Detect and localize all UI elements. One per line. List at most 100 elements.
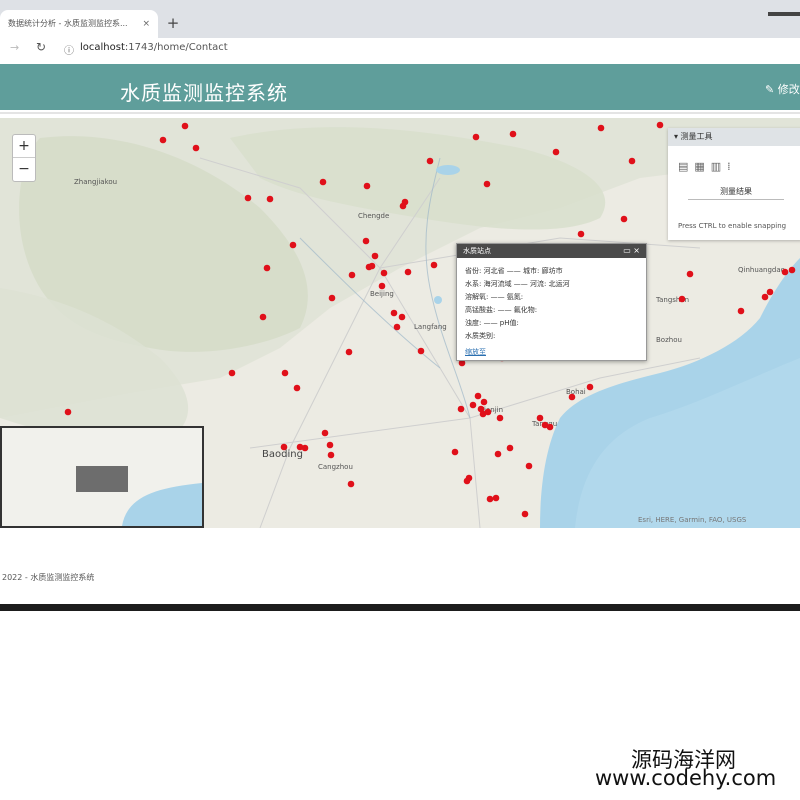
station-marker[interactable] (737, 307, 745, 315)
station-marker[interactable] (492, 494, 500, 502)
taskbar (0, 604, 800, 611)
overview-extent-box[interactable] (76, 466, 128, 492)
url-path: :1743/home/Contact (124, 42, 228, 53)
station-marker[interactable] (319, 178, 327, 186)
station-marker[interactable] (521, 510, 529, 518)
edit-link[interactable]: ✎ 修改 (765, 81, 800, 97)
station-marker[interactable] (64, 408, 72, 416)
station-marker[interactable] (656, 121, 664, 129)
footer-text: 2022 - 水质监测监控系统 (2, 573, 95, 582)
popup-line: 溶解氧: —— 氨氮: (465, 293, 524, 301)
new-tab-button[interactable]: + (164, 14, 182, 32)
station-marker[interactable] (568, 393, 576, 401)
station-marker[interactable] (417, 347, 425, 355)
overview-map[interactable] (0, 426, 204, 528)
station-marker[interactable] (509, 130, 517, 138)
popup-line: 水系: 海河流域 —— 河流: 北运河 (465, 280, 570, 288)
reload-icon[interactable]: ↻ (36, 40, 46, 54)
station-marker[interactable] (363, 182, 371, 190)
map-attribution: Esri, HERE, Garmin, FAO, USGS (638, 516, 747, 524)
station-marker[interactable] (280, 443, 288, 451)
measure-tool-title[interactable]: ▾ 测量工具 (668, 128, 800, 146)
station-marker[interactable] (472, 133, 480, 141)
url-field[interactable]: localhost:1743/home/Contact (80, 42, 228, 53)
station-marker[interactable] (577, 230, 585, 238)
station-marker[interactable] (327, 451, 335, 459)
station-marker[interactable] (266, 195, 274, 203)
forward-icon[interactable]: → (10, 41, 19, 54)
site-info-icon[interactable]: ⓘ (64, 42, 74, 57)
station-marker[interactable] (404, 268, 412, 276)
station-marker[interactable] (586, 383, 594, 391)
station-marker[interactable] (259, 313, 267, 321)
station-marker[interactable] (181, 122, 189, 130)
station-marker[interactable] (781, 268, 789, 276)
station-marker[interactable] (546, 423, 554, 431)
station-marker[interactable] (281, 369, 289, 377)
station-marker[interactable] (244, 194, 252, 202)
station-marker[interactable] (430, 261, 438, 269)
browser-tab[interactable]: 数据统计分析 - 水质监测监控系... × (0, 10, 158, 38)
zoom-out-button[interactable]: − (13, 158, 35, 180)
station-marker[interactable] (620, 215, 628, 223)
station-marker[interactable] (390, 309, 398, 317)
station-marker[interactable] (289, 241, 297, 249)
station-marker[interactable] (378, 282, 386, 290)
station-marker[interactable] (496, 414, 504, 422)
measure-tool-icons[interactable]: ▤▦▥⁞ (678, 160, 737, 173)
window-minimize-icon[interactable] (768, 12, 800, 16)
station-marker[interactable] (371, 252, 379, 260)
popup-line: 浊度: —— pH值: (465, 319, 519, 327)
station-marker[interactable] (347, 480, 355, 488)
popup-line: 省份: 河北省 —— 城市: 廊坊市 (465, 267, 563, 275)
station-marker[interactable] (228, 369, 236, 377)
station-marker[interactable] (328, 294, 336, 302)
station-marker[interactable] (301, 444, 309, 452)
station-marker[interactable] (463, 477, 471, 485)
station-marker[interactable] (159, 136, 167, 144)
popup-maximize-icon[interactable]: ▭ × (623, 244, 640, 258)
station-marker[interactable] (399, 202, 407, 210)
station-marker[interactable] (192, 144, 200, 152)
station-marker[interactable] (506, 444, 514, 452)
station-marker[interactable] (761, 293, 769, 301)
station-marker[interactable] (628, 157, 636, 165)
station-marker[interactable] (474, 392, 482, 400)
station-marker[interactable] (380, 269, 388, 277)
station-marker[interactable] (525, 462, 533, 470)
station-marker[interactable] (393, 323, 401, 331)
station-marker[interactable] (451, 448, 459, 456)
station-marker[interactable] (326, 441, 334, 449)
station-marker[interactable] (766, 288, 774, 296)
station-marker[interactable] (263, 264, 271, 272)
popup-line: 水质类别: (465, 332, 496, 340)
station-marker[interactable] (398, 313, 406, 321)
station-marker[interactable] (484, 408, 492, 416)
watermark-line2: www.codehy.com (595, 766, 777, 790)
station-marker[interactable] (362, 237, 370, 245)
popup-zoom-link[interactable]: 缩放至 (465, 347, 486, 357)
station-marker[interactable] (678, 295, 686, 303)
station-marker[interactable] (494, 450, 502, 458)
station-marker[interactable] (552, 148, 560, 156)
station-marker[interactable] (480, 398, 488, 406)
measure-result-label: 测量结果 (688, 186, 784, 200)
station-marker[interactable] (788, 266, 796, 274)
station-marker[interactable] (469, 401, 477, 409)
zoom-in-button[interactable]: + (13, 135, 35, 158)
station-marker[interactable] (345, 348, 353, 356)
station-marker[interactable] (321, 429, 329, 437)
station-marker[interactable] (486, 495, 494, 503)
measure-tool-panel: ▾ 测量工具 ▤▦▥⁞ 测量结果 Press CTRL to enable sn… (668, 128, 800, 240)
station-marker[interactable] (365, 263, 373, 271)
station-marker[interactable] (686, 270, 694, 278)
station-marker[interactable] (457, 405, 465, 413)
station-marker[interactable] (536, 414, 544, 422)
station-marker[interactable] (426, 157, 434, 165)
station-marker[interactable] (293, 384, 301, 392)
station-marker[interactable] (597, 124, 605, 132)
station-marker[interactable] (483, 180, 491, 188)
tab-close-icon[interactable]: × (142, 10, 150, 38)
popup-title-bar: 水质站点 ▭ × (457, 244, 646, 258)
station-marker[interactable] (348, 271, 356, 279)
